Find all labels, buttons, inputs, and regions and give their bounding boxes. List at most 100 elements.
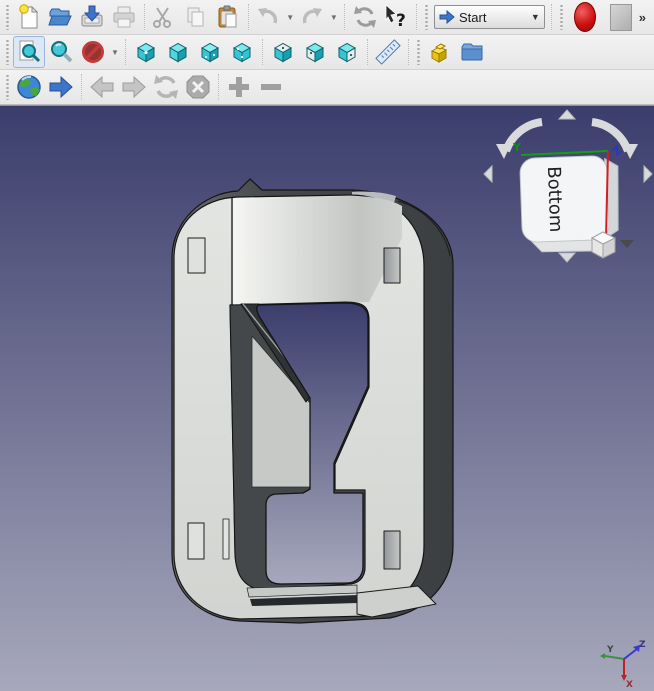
right-view-button[interactable] [226,36,258,68]
save-document-button[interactable] [76,1,108,33]
zoom-out-icon [257,73,285,101]
macro-record-button[interactable] [567,1,603,33]
rear-view-button[interactable] [267,36,299,68]
toolbar-separator [262,39,263,65]
left-view-button[interactable] [331,36,363,68]
axis-z-label: Z [639,640,646,650]
redo-icon [299,4,325,30]
start-page-icon [47,73,75,101]
paste-icon [215,4,241,30]
open-document-button[interactable] [45,1,77,33]
toolbar-separator [125,39,126,65]
toolbar-separator [144,4,145,30]
new-document-button[interactable] [13,1,45,33]
bottom-view-button[interactable] [299,36,331,68]
whats-this-help-icon: ? [383,4,409,30]
toolbar-separator [248,4,249,30]
nav-stop-button[interactable] [182,71,214,103]
nav-back-button[interactable] [86,71,118,103]
undo-button[interactable] [253,1,285,33]
nav-reload-icon [152,73,180,101]
nav-back-icon [88,73,116,101]
view-toolbar: ▼ [0,35,654,70]
3d-viewport[interactable]: Bottom Y Z Y [0,105,654,690]
print-button[interactable] [108,1,140,33]
toolbar-drag-handle[interactable] [559,4,564,30]
fit-all-button[interactable] [13,36,45,68]
whats-this-help-button[interactable]: ? [380,1,412,33]
cut-icon [151,4,177,30]
draw-style-dropdown-arrow[interactable]: ▼ [109,36,121,68]
undo-dropdown-arrow[interactable]: ▼ [284,1,296,33]
model-part[interactable] [172,179,453,623]
right-view-icon [229,39,255,65]
print-icon [111,4,137,30]
save-document-icon [79,4,105,30]
macro-stop-icon [610,4,632,31]
macro-record-icon [574,2,596,32]
file-toolbar: ▼ ▼ ? Start ▼ » [0,0,654,35]
paste-button[interactable] [212,1,244,33]
create-group-icon [459,39,485,65]
refresh-button[interactable] [349,1,381,33]
freecad-window: ▼ ▼ ? Start ▼ » ▼ [0,0,654,690]
fit-all-icon [16,39,42,65]
zoom-in-icon [225,73,253,101]
3d-scene: Bottom Y Z Y [0,106,654,691]
redo-button[interactable] [296,1,328,33]
create-part-button[interactable] [424,36,456,68]
top-view-button[interactable] [194,36,226,68]
toolbar-drag-handle[interactable] [424,4,429,30]
create-part-icon [427,39,453,65]
draw-style-icon [80,39,106,65]
navcube-y-label: Y [512,141,522,154]
toolbar-drag-handle[interactable] [5,39,10,65]
undo-icon [255,4,281,30]
navcube-face-label[interactable]: Bottom [543,166,566,233]
cut-button[interactable] [149,1,181,33]
toolbar-drag-handle[interactable] [416,39,421,65]
toolbar-separator [416,4,417,30]
workbench-selector[interactable]: Start ▼ [434,5,545,29]
nav-reload-button[interactable] [150,71,182,103]
nav-stop-icon [184,73,212,101]
toolbar-drag-handle[interactable] [5,74,10,100]
create-group-button[interactable] [456,36,488,68]
toolbar-overflow-chevron[interactable]: » [639,10,646,25]
zoom-out-button[interactable] [255,71,287,103]
navcube-mini-cube[interactable] [592,232,615,258]
nav-forward-button[interactable] [118,71,150,103]
toolbar-separator [408,39,409,65]
front-view-icon [165,39,191,65]
open-document-icon [47,4,73,30]
zoom-in-button[interactable] [223,71,255,103]
axonometric-view-button[interactable] [130,36,162,68]
bottom-view-icon [302,39,328,65]
toolbar-separator [344,4,345,30]
front-view-button[interactable] [162,36,194,68]
svg-text:?: ? [396,11,406,30]
copy-icon [183,4,209,30]
workbench-icon [439,10,455,24]
measure-distance-icon [375,39,401,65]
zoom-selection-button[interactable] [45,36,77,68]
web-home-icon [15,73,43,101]
refresh-icon [352,4,378,30]
copy-button[interactable] [180,1,212,33]
web-home-button[interactable] [13,71,45,103]
toolbar-separator [551,4,552,30]
toolbar-separator [367,39,368,65]
draw-style-button[interactable] [77,36,109,68]
left-view-icon [334,39,360,65]
nav-forward-icon [120,73,148,101]
toolbar-separator [81,74,82,100]
new-document-icon [16,4,42,30]
axis-y-label: Y [606,645,614,655]
redo-dropdown-arrow[interactable]: ▼ [328,1,340,33]
model-slot-top-left [188,238,205,273]
start-page-button[interactable] [45,71,77,103]
model-slot-bottom-left [188,523,204,559]
measure-distance-button[interactable] [372,36,404,68]
toolbar-drag-handle[interactable] [5,4,10,30]
macro-stop-button[interactable] [603,1,639,33]
